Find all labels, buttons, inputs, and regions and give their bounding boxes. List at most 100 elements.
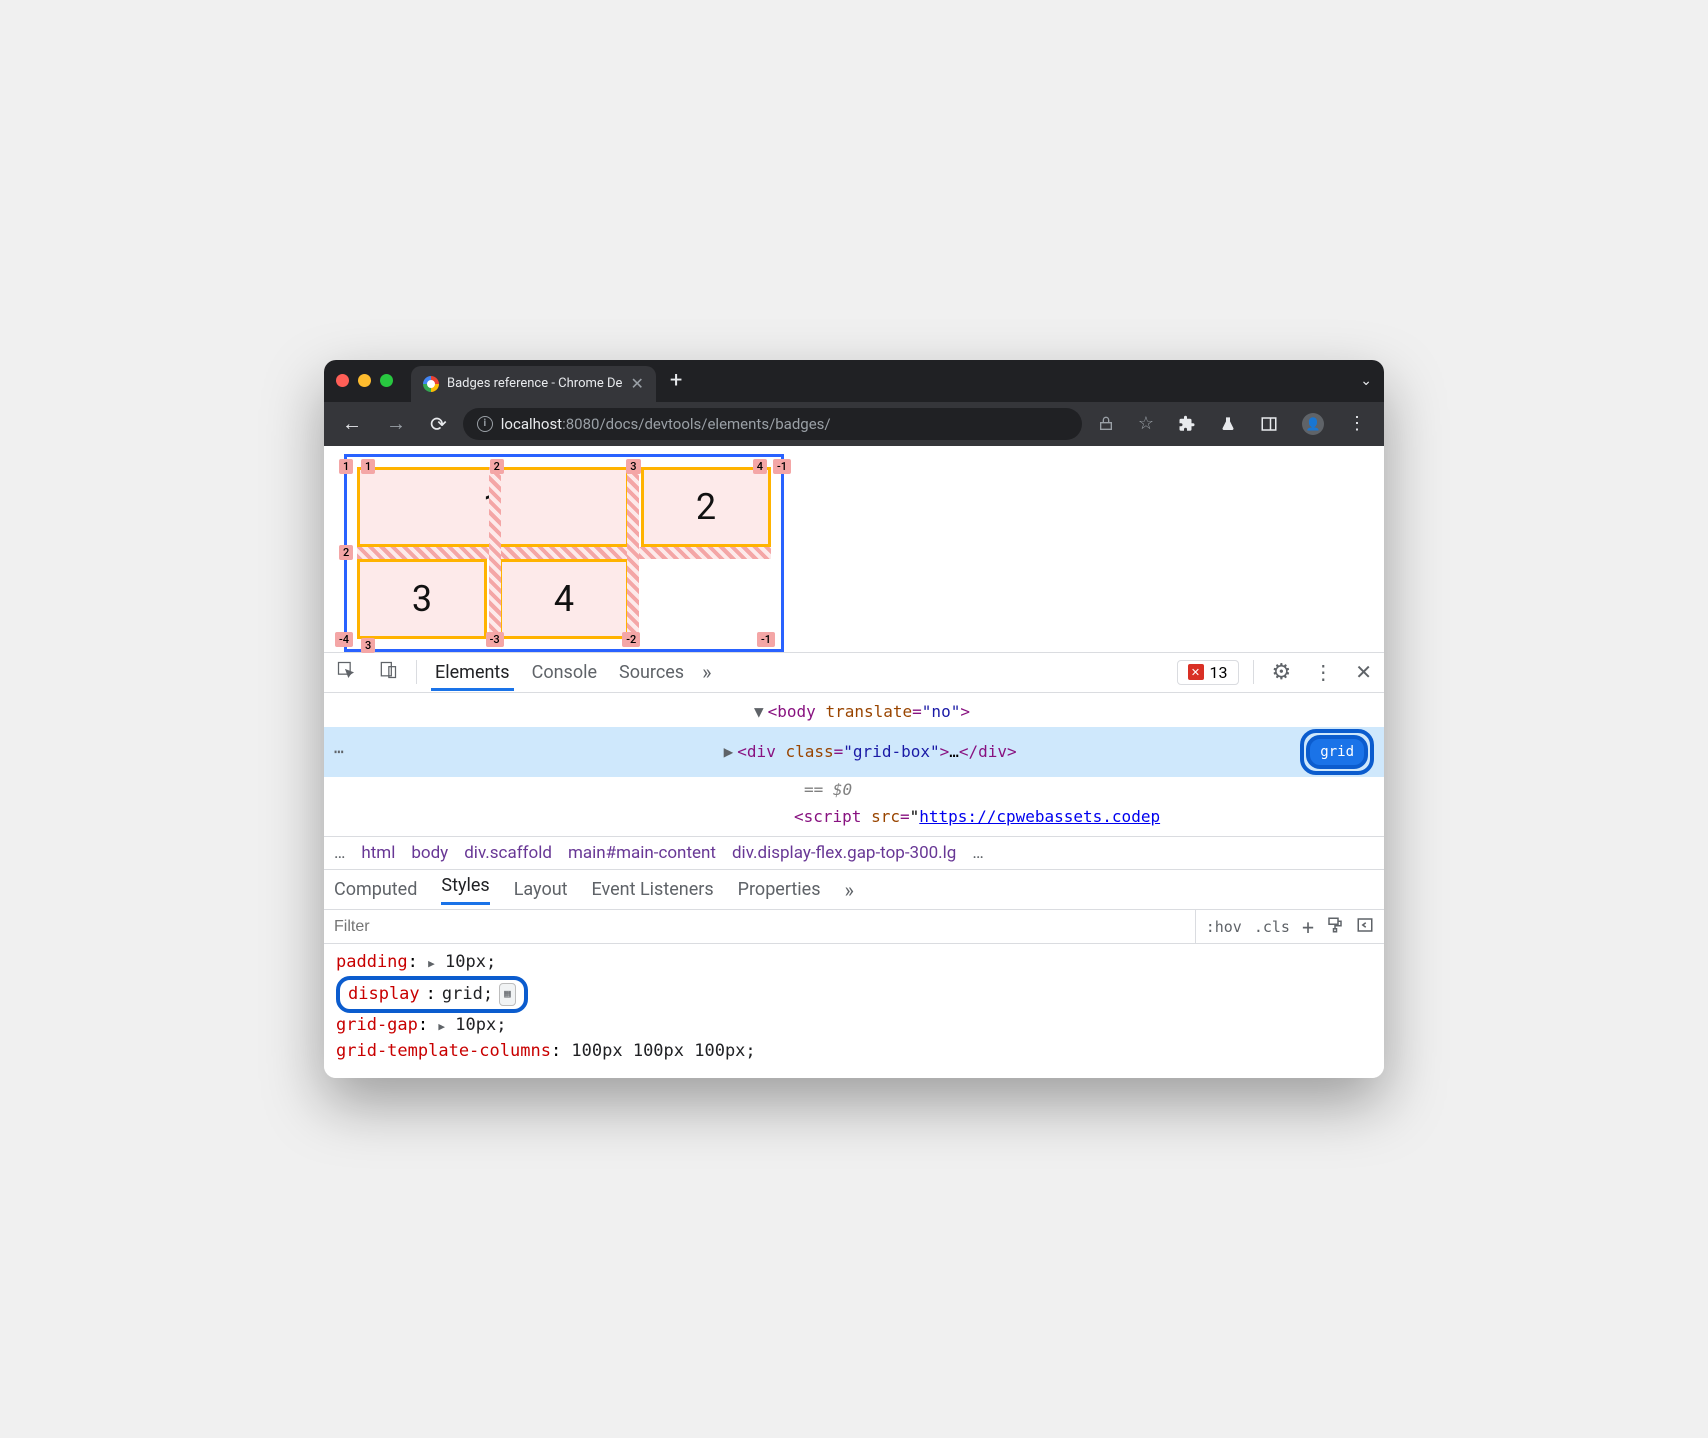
- css-declaration[interactable]: grid-template-columns: 100px 100px 100px…: [336, 1039, 1372, 1065]
- grid-line-label: -1: [773, 459, 791, 474]
- dom-node[interactable]: <script src="https://cpwebassets.codep: [324, 802, 1384, 832]
- close-devtools-icon[interactable]: ✕: [1351, 656, 1376, 688]
- bookmark-icon[interactable]: ☆: [1130, 409, 1162, 438]
- grid-editor-icon[interactable]: ▦: [499, 983, 516, 1006]
- tab-properties[interactable]: Properties: [738, 879, 821, 900]
- side-panel-icon[interactable]: [1252, 411, 1286, 437]
- profile-avatar[interactable]: 👤: [1294, 409, 1332, 439]
- breadcrumb-item[interactable]: html: [361, 843, 395, 863]
- tab-layout[interactable]: Layout: [514, 879, 568, 900]
- settings-icon[interactable]: ⚙: [1268, 656, 1296, 689]
- paint-icon[interactable]: [1326, 916, 1344, 938]
- grid-gap-vertical: [489, 467, 501, 639]
- breadcrumb-more[interactable]: …: [334, 843, 345, 863]
- filter-input[interactable]: [324, 914, 1195, 940]
- titlebar: Badges reference - Chrome De ✕ + ⌄: [324, 360, 1384, 402]
- new-rule-button[interactable]: +: [1302, 915, 1314, 939]
- styles-pane[interactable]: padding: ▶ 10px; display: grid; ▦ grid-g…: [324, 944, 1384, 1078]
- grid-cell: 4: [499, 559, 629, 639]
- site-info-icon[interactable]: i: [477, 416, 493, 432]
- tabs-dropdown-icon[interactable]: ⌄: [1360, 373, 1372, 389]
- close-tab-icon[interactable]: ✕: [630, 374, 643, 393]
- more-tabs-icon[interactable]: »: [702, 660, 711, 684]
- menu-icon[interactable]: ⋮: [1340, 409, 1374, 438]
- expand-icon[interactable]: ▼: [754, 702, 764, 721]
- kebab-menu-icon[interactable]: ⋮: [1309, 656, 1337, 688]
- labs-icon[interactable]: [1212, 411, 1244, 437]
- new-tab-button[interactable]: +: [670, 368, 682, 393]
- hov-button[interactable]: :hov: [1206, 918, 1242, 936]
- script-src-link[interactable]: https://cpwebassets.codep: [919, 807, 1160, 826]
- close-window-button[interactable]: [336, 374, 349, 387]
- css-declaration[interactable]: padding: ▶ 10px;: [336, 950, 1372, 976]
- grid-line-label: -1: [757, 632, 775, 647]
- tab-title: Badges reference - Chrome De: [447, 376, 622, 391]
- cls-button[interactable]: .cls: [1254, 918, 1290, 936]
- panel-toggle-icon[interactable]: [1356, 916, 1374, 938]
- browser-tab[interactable]: Badges reference - Chrome De ✕: [411, 366, 656, 402]
- ellipsis-icon[interactable]: ⋯: [334, 739, 344, 765]
- dom-tree[interactable]: ▼<body translate="no"> ⋯ ▶<div class="gr…: [324, 693, 1384, 836]
- breadcrumb-item[interactable]: div.display-flex.gap-top-300.lg: [732, 843, 956, 863]
- inspect-element-icon[interactable]: [332, 656, 360, 688]
- devtools-panel: Elements Console Sources » ✕ 13 ⚙ ⋮ ✕ ▼<…: [324, 652, 1384, 1078]
- url-port: :8080: [562, 415, 599, 433]
- grid-gap-horizontal: [357, 547, 771, 559]
- devtools-tabs: Elements Console Sources » ✕ 13 ⚙ ⋮ ✕: [324, 653, 1384, 693]
- maximize-window-button[interactable]: [380, 374, 393, 387]
- dom-node-selected[interactable]: ⋯ ▶<div class="grid-box">…</div> grid: [324, 727, 1384, 777]
- tab-event-listeners[interactable]: Event Listeners: [592, 879, 714, 900]
- toolbar: ← → ⟳ i localhost:8080/docs/devtools/ele…: [324, 402, 1384, 446]
- url-host: localhost: [501, 415, 562, 433]
- styles-filter-row: :hov .cls +: [324, 910, 1384, 944]
- breadcrumb-item[interactable]: body: [411, 843, 448, 863]
- grid-line-label: 4: [753, 459, 767, 474]
- grid-overlay: 1 2 3 4 1 1 2 3 4 -1 2 -4 3 -3 -2 -1: [344, 454, 784, 652]
- error-count: 13: [1210, 663, 1228, 682]
- grid-cell: 2: [641, 467, 771, 547]
- chrome-favicon-icon: [423, 376, 439, 392]
- device-toggle-icon[interactable]: [374, 656, 402, 688]
- error-count-badge[interactable]: ✕ 13: [1177, 660, 1239, 685]
- grid-gap-vertical: [627, 467, 639, 639]
- traffic-lights: [336, 374, 393, 387]
- grid-line-label: -3: [486, 632, 504, 647]
- separator: [416, 660, 417, 684]
- reload-button[interactable]: ⟳: [422, 408, 455, 440]
- tab-sources[interactable]: Sources: [615, 654, 688, 691]
- css-declaration-highlighted[interactable]: display: grid; ▦: [336, 976, 1372, 1014]
- breadcrumb-item[interactable]: div.scaffold: [464, 843, 552, 863]
- breadcrumb-item[interactable]: main#main-content: [568, 843, 716, 863]
- grid-badge-highlight: grid: [1300, 729, 1374, 775]
- share-icon[interactable]: [1090, 412, 1122, 436]
- back-button[interactable]: ←: [334, 407, 370, 440]
- breadcrumb-more[interactable]: …: [972, 843, 983, 863]
- page-viewport: 1 2 3 4 1 1 2 3 4 -1 2 -4 3 -3 -2 -1: [324, 446, 1384, 652]
- tab-elements[interactable]: Elements: [431, 654, 514, 691]
- grid-box: 1 2 3 4 1 1 2 3 4 -1 2 -4 3 -3 -2 -1: [357, 467, 771, 639]
- css-declaration[interactable]: grid-gap: ▶ 10px;: [336, 1013, 1372, 1039]
- error-icon: ✕: [1188, 664, 1204, 680]
- grid-line-label: 2: [490, 459, 504, 474]
- styles-sub-tabs: Computed Styles Layout Event Listeners P…: [324, 870, 1384, 910]
- separator: [1253, 660, 1254, 684]
- grid-cell: 3: [357, 559, 487, 639]
- more-tabs-icon[interactable]: »: [845, 878, 854, 902]
- address-bar[interactable]: i localhost:8080/docs/devtools/elements/…: [463, 408, 1082, 440]
- expand-icon[interactable]: ▶: [724, 742, 734, 761]
- forward-button[interactable]: →: [378, 407, 414, 440]
- dom-breadcrumb: … html body div.scaffold main#main-conte…: [324, 836, 1384, 870]
- tab-computed[interactable]: Computed: [334, 879, 417, 900]
- tab-console[interactable]: Console: [528, 654, 601, 691]
- minimize-window-button[interactable]: [358, 374, 371, 387]
- browser-window: Badges reference - Chrome De ✕ + ⌄ ← → ⟳…: [324, 360, 1384, 1078]
- grid-line-label: 3: [626, 459, 640, 474]
- tab-styles[interactable]: Styles: [441, 875, 489, 905]
- url-path: /docs/devtools/elements/badges/: [599, 415, 830, 433]
- dom-node[interactable]: ▼<body translate="no">: [324, 697, 1384, 727]
- grid-badge[interactable]: grid: [1306, 735, 1368, 769]
- grid-line-label: 1: [361, 459, 375, 474]
- grid-line-label: 1: [339, 459, 353, 474]
- extensions-icon[interactable]: [1170, 411, 1204, 437]
- grid-line-label: -4: [335, 632, 353, 647]
